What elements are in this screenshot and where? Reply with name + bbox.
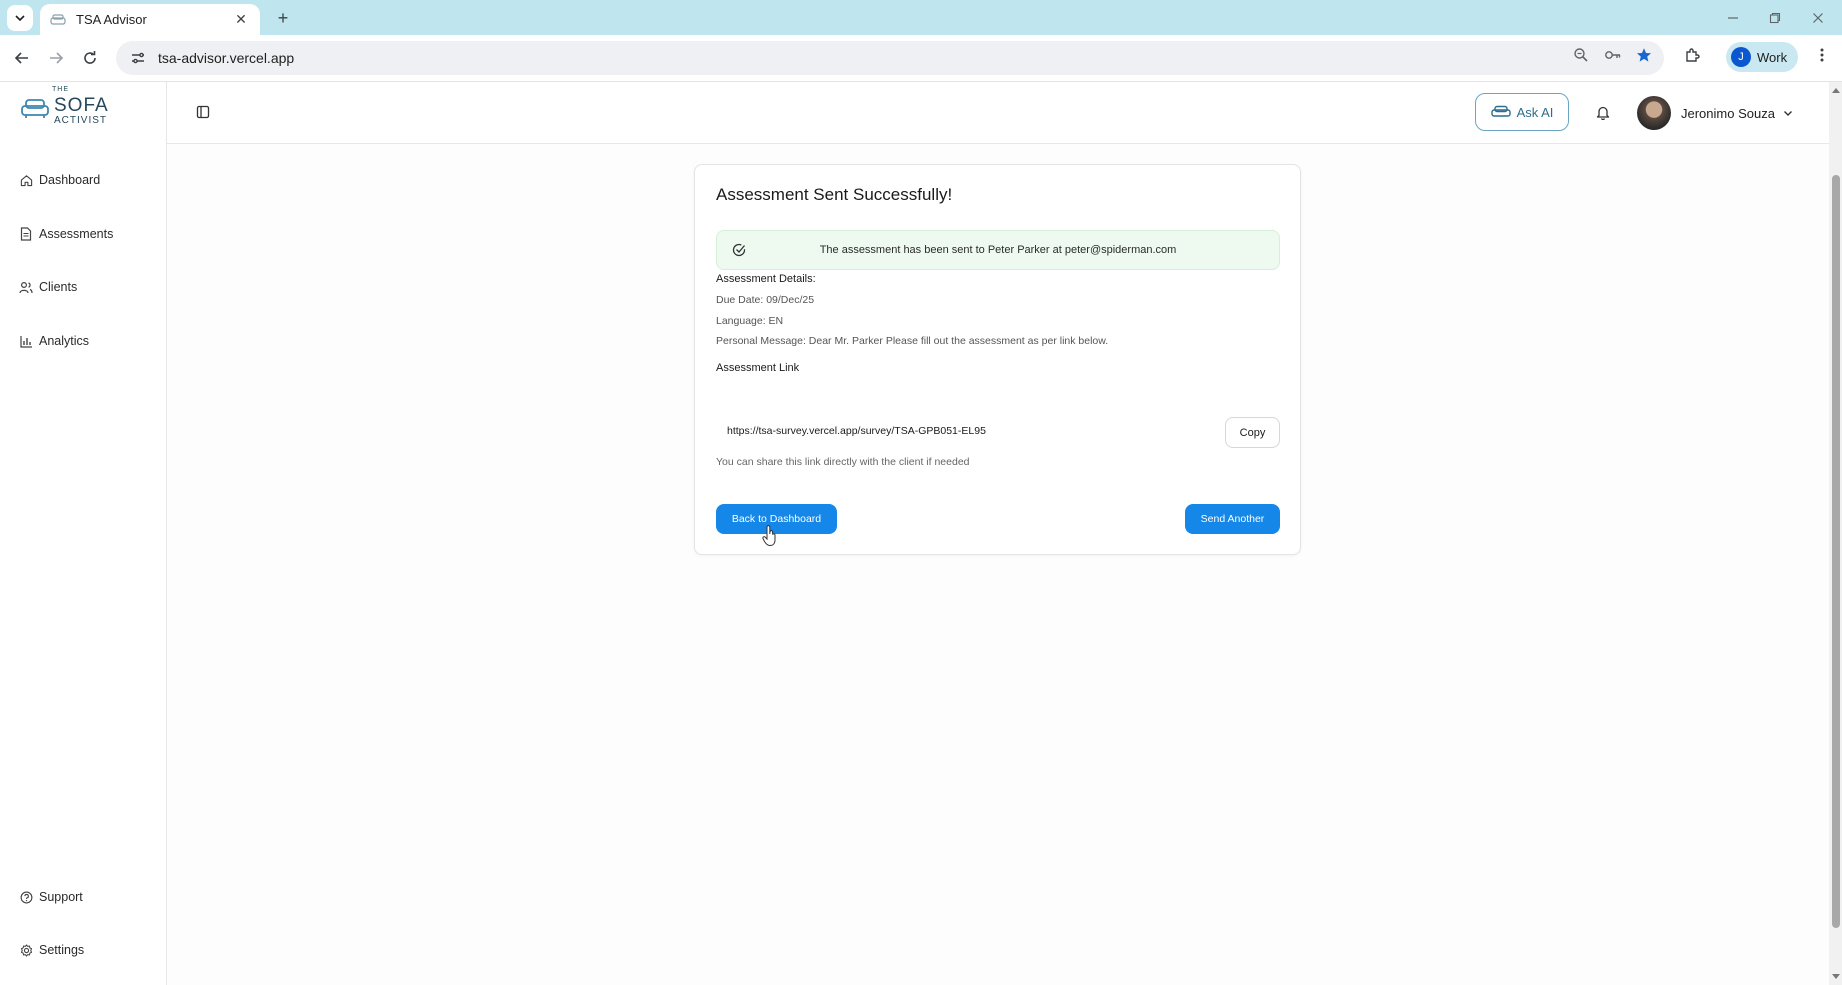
back-arrow-icon[interactable]	[10, 46, 34, 70]
browser-menu-kebab-icon[interactable]	[1810, 43, 1834, 67]
browser-tab-bar: TSA Advisor ✕ +	[0, 0, 1842, 35]
reload-icon[interactable]	[78, 46, 102, 70]
chevron-down-icon	[15, 15, 25, 22]
gear-icon	[19, 943, 33, 957]
assessment-sent-card: Assessment Sent Successfully! The assess…	[694, 164, 1301, 555]
ask-ai-button[interactable]: Ask AI	[1475, 93, 1569, 131]
site-info-icon[interactable]	[130, 50, 146, 66]
sidebar-item-label: Clients	[39, 280, 78, 294]
language-text: Language: EN	[716, 315, 784, 327]
new-tab-button[interactable]: +	[272, 7, 294, 29]
due-date-text: Due Date: 09/Dec/25	[716, 294, 815, 306]
bookmark-star-icon[interactable]	[1632, 43, 1656, 67]
forward-arrow-icon[interactable]	[44, 46, 68, 70]
sofa-ai-icon	[1490, 105, 1511, 119]
password-key-icon[interactable]	[1601, 43, 1625, 67]
logo-sofa-text: SOFA	[54, 95, 109, 116]
sidebar-item-label: Dashboard	[39, 173, 101, 187]
sidebar-item-label: Settings	[39, 943, 85, 957]
home-icon	[19, 173, 33, 187]
notification-bell-icon[interactable]	[1594, 103, 1612, 121]
sidebar-item-clients[interactable]: Clients	[19, 277, 77, 297]
tab-title: TSA Advisor	[76, 12, 147, 27]
sidebar-item-analytics[interactable]: Analytics	[19, 331, 89, 351]
hand-cursor-icon	[762, 525, 776, 547]
sidebar: THE SOFA ACTIVIST Dashboard Assessments …	[0, 82, 167, 985]
send-another-button[interactable]: Send Another	[1185, 504, 1280, 534]
ask-ai-label: Ask AI	[1516, 104, 1554, 120]
restore-icon[interactable]	[1760, 7, 1790, 29]
tab-favicon-icon	[50, 12, 66, 28]
assessment-link-url[interactable]: https://tsa-survey.vercel.app/survey/TSA…	[727, 425, 986, 437]
sidebar-item-support[interactable]: Support	[19, 887, 83, 907]
sidebar-item-label: Analytics	[39, 334, 90, 348]
sofa-logo-icon	[21, 99, 49, 118]
users-icon	[19, 280, 33, 294]
bar-chart-icon	[19, 334, 33, 348]
minimize-icon[interactable]	[1718, 7, 1748, 29]
user-avatar	[1637, 96, 1671, 130]
profile-avatar: J	[1731, 47, 1751, 67]
tab-search-button[interactable]	[7, 5, 33, 31]
scroll-down-arrow-icon[interactable]	[1832, 973, 1840, 981]
help-circle-icon	[19, 890, 33, 904]
logo-the-text: THE	[52, 86, 69, 93]
extensions-puzzle-icon[interactable]	[1680, 43, 1704, 67]
app-header: Ask AI Jeronimo Souza	[167, 82, 1829, 144]
sofa-activist-logo[interactable]: THE SOFA ACTIVIST	[20, 86, 109, 126]
address-bar[interactable]: tsa-advisor.vercel.app	[116, 41, 1664, 75]
zoom-icon[interactable]	[1569, 43, 1593, 67]
browser-toolbar: tsa-advisor.vercel.app J Work	[0, 35, 1842, 82]
user-name: Jeronimo Souza	[1681, 105, 1775, 121]
link-heading: Assessment Link	[716, 362, 800, 374]
sidebar-item-label: Support	[39, 890, 83, 904]
card-title: Assessment Sent Successfully!	[716, 185, 953, 204]
scrollbar-thumb[interactable]	[1832, 175, 1840, 928]
close-tab-icon[interactable]: ✕	[232, 11, 250, 29]
browser-tab[interactable]: TSA Advisor ✕	[40, 4, 260, 35]
close-window-icon[interactable]	[1803, 7, 1833, 29]
sidebar-item-label: Assessments	[39, 227, 114, 241]
share-note-text: You can share this link directly with th…	[716, 456, 970, 468]
page-scrollbar[interactable]	[1829, 82, 1842, 985]
success-alert-text: The assessment has been sent to Peter Pa…	[819, 244, 1177, 256]
document-icon	[19, 227, 33, 241]
success-alert: The assessment has been sent to Peter Pa…	[716, 230, 1280, 270]
sidebar-item-dashboard[interactable]: Dashboard	[19, 170, 100, 190]
profile-button[interactable]: J Work	[1726, 42, 1798, 72]
personal-message-text: Personal Message: Dear Mr. Parker Please…	[716, 335, 1109, 347]
chevron-down-icon	[1783, 108, 1793, 118]
sidebar-toggle-icon[interactable]	[194, 103, 212, 121]
logo-activist-text: ACTIVIST	[54, 115, 108, 126]
sidebar-item-settings[interactable]: Settings	[19, 940, 84, 960]
check-circle-icon	[731, 242, 747, 258]
user-menu[interactable]: Jeronimo Souza	[1637, 95, 1793, 131]
details-heading: Assessment Details:	[716, 273, 816, 285]
copy-link-button[interactable]: Copy	[1225, 417, 1280, 448]
scroll-up-arrow-icon[interactable]	[1832, 86, 1840, 94]
url-text: tsa-advisor.vercel.app	[158, 50, 295, 66]
profile-label: Work	[1757, 49, 1788, 65]
sidebar-item-assessments[interactable]: Assessments	[19, 224, 113, 244]
